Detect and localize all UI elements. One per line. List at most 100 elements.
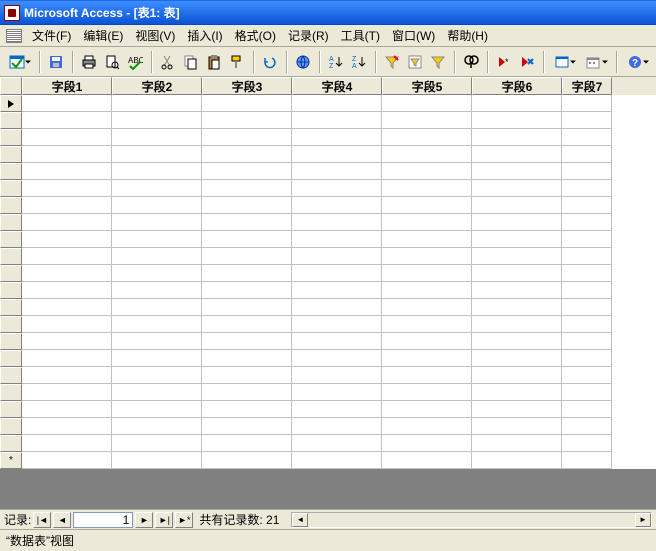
cell[interactable] xyxy=(202,112,292,129)
cell[interactable] xyxy=(292,163,382,180)
grid-body[interactable]: * xyxy=(0,95,656,469)
cell[interactable] xyxy=(292,367,382,384)
cell[interactable] xyxy=(472,401,562,418)
cell[interactable] xyxy=(22,333,112,350)
cell[interactable] xyxy=(292,333,382,350)
cell[interactable] xyxy=(562,350,612,367)
cell[interactable] xyxy=(202,95,292,112)
cell[interactable] xyxy=(382,452,472,469)
cell[interactable] xyxy=(202,316,292,333)
cell[interactable] xyxy=(112,197,202,214)
cell[interactable] xyxy=(292,129,382,146)
cell[interactable] xyxy=(472,435,562,452)
cell[interactable] xyxy=(22,163,112,180)
cell[interactable] xyxy=(562,452,612,469)
nav-next-button[interactable]: ► xyxy=(135,512,153,528)
cell[interactable] xyxy=(22,231,112,248)
cell[interactable] xyxy=(382,95,472,112)
undo-button[interactable] xyxy=(259,50,281,74)
cell[interactable] xyxy=(562,197,612,214)
cell[interactable] xyxy=(562,265,612,282)
row-selector[interactable] xyxy=(0,95,22,112)
cell[interactable] xyxy=(292,418,382,435)
table-row[interactable] xyxy=(0,299,656,316)
cell[interactable] xyxy=(202,452,292,469)
menu-format[interactable]: 格式(O) xyxy=(229,25,282,46)
table-row[interactable] xyxy=(0,282,656,299)
cell[interactable] xyxy=(382,367,472,384)
cell[interactable] xyxy=(202,367,292,384)
table-row[interactable] xyxy=(0,265,656,282)
cell[interactable] xyxy=(382,248,472,265)
cell[interactable] xyxy=(382,129,472,146)
cell[interactable] xyxy=(22,265,112,282)
help-button[interactable]: ? xyxy=(622,50,652,74)
cell[interactable] xyxy=(22,95,112,112)
row-selector[interactable] xyxy=(0,333,22,350)
cell[interactable] xyxy=(472,265,562,282)
cell[interactable] xyxy=(112,367,202,384)
cell[interactable] xyxy=(22,112,112,129)
cell[interactable] xyxy=(22,197,112,214)
table-row[interactable] xyxy=(0,401,656,418)
table-row[interactable] xyxy=(0,180,656,197)
menu-tools[interactable]: 工具(T) xyxy=(335,25,386,46)
cell[interactable] xyxy=(202,248,292,265)
row-selector[interactable] xyxy=(0,316,22,333)
cell[interactable] xyxy=(472,129,562,146)
cell[interactable] xyxy=(292,95,382,112)
select-all-cell[interactable] xyxy=(0,77,22,95)
cell[interactable] xyxy=(202,384,292,401)
cell[interactable] xyxy=(472,95,562,112)
cell[interactable] xyxy=(472,163,562,180)
column-header[interactable]: 字段4 xyxy=(292,77,382,95)
cell[interactable] xyxy=(382,299,472,316)
cell[interactable] xyxy=(22,316,112,333)
cell[interactable] xyxy=(472,248,562,265)
cell[interactable] xyxy=(202,401,292,418)
cell[interactable] xyxy=(472,231,562,248)
cell[interactable] xyxy=(382,401,472,418)
cell[interactable] xyxy=(562,401,612,418)
new-record-button[interactable]: * xyxy=(493,50,515,74)
menu-file[interactable]: 文件(F) xyxy=(26,25,77,46)
cell[interactable] xyxy=(562,129,612,146)
paste-button[interactable] xyxy=(203,50,225,74)
column-header[interactable]: 字段1 xyxy=(22,77,112,95)
cell[interactable] xyxy=(112,265,202,282)
column-header[interactable]: 字段6 xyxy=(472,77,562,95)
cell[interactable] xyxy=(562,418,612,435)
cell[interactable] xyxy=(472,418,562,435)
cell[interactable] xyxy=(112,333,202,350)
cell[interactable] xyxy=(292,146,382,163)
cell[interactable] xyxy=(292,197,382,214)
cell[interactable] xyxy=(202,197,292,214)
row-selector[interactable] xyxy=(0,129,22,146)
cell[interactable] xyxy=(22,299,112,316)
cell[interactable] xyxy=(472,214,562,231)
apply-filter-button[interactable] xyxy=(427,50,449,74)
cell[interactable] xyxy=(562,163,612,180)
cell[interactable] xyxy=(562,299,612,316)
cell[interactable] xyxy=(112,146,202,163)
menu-records[interactable]: 记录(R) xyxy=(282,25,335,46)
nav-new-button[interactable]: ►* xyxy=(175,512,193,528)
cell[interactable] xyxy=(112,418,202,435)
cell[interactable] xyxy=(202,129,292,146)
datasheet-icon[interactable] xyxy=(6,29,22,43)
cell[interactable] xyxy=(292,401,382,418)
cell[interactable] xyxy=(292,248,382,265)
format-painter-button[interactable] xyxy=(226,50,248,74)
row-selector[interactable]: * xyxy=(0,452,22,469)
cell[interactable] xyxy=(382,163,472,180)
cell[interactable] xyxy=(292,299,382,316)
cell[interactable] xyxy=(22,146,112,163)
hyperlink-button[interactable] xyxy=(292,50,314,74)
cell[interactable] xyxy=(382,197,472,214)
table-row[interactable] xyxy=(0,214,656,231)
cell[interactable] xyxy=(292,316,382,333)
cell[interactable] xyxy=(292,282,382,299)
menu-window[interactable]: 窗口(W) xyxy=(386,25,441,46)
delete-record-button[interactable] xyxy=(516,50,538,74)
cell[interactable] xyxy=(472,316,562,333)
